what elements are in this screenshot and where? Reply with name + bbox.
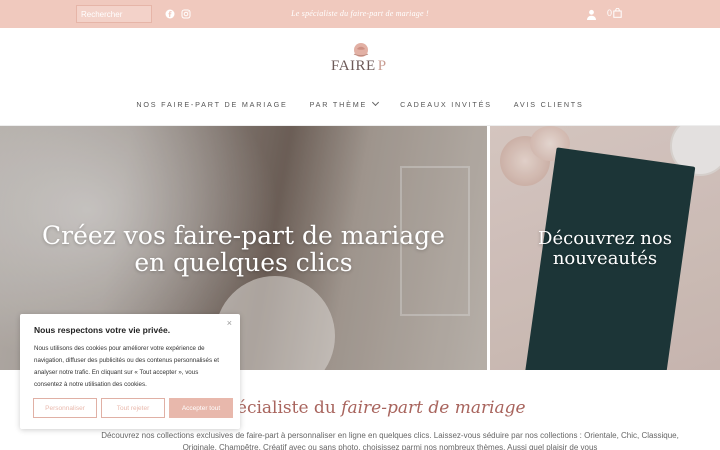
cart-button[interactable]: 0 [607, 8, 622, 18]
cookie-consent-banner: × Nous respectons votre vie privée. Nous… [20, 314, 240, 429]
section-heading-emphasis: faire-part de mariage [341, 398, 526, 418]
accept-all-button[interactable]: Accepter tout [169, 398, 233, 418]
hero-title[interactable]: Créez vos faire-part de mariage en quelq… [0, 222, 487, 276]
new-products-line1: Découvrez nos [538, 228, 672, 249]
cart-count: 0 [607, 8, 613, 18]
section-description: Découvrez nos collections exclusives de … [101, 431, 679, 450]
close-icon[interactable]: × [227, 318, 232, 328]
cookie-text: Nous utilisons des cookies pour améliore… [34, 345, 219, 388]
nav-item-avis[interactable]: AVIS CLIENTS [514, 100, 584, 109]
nav-item-par-theme[interactable]: PAR THÈME [309, 98, 380, 109]
user-icon[interactable] [586, 9, 597, 20]
top-bar: Rechercher Le spécialiste du faire-part … [0, 0, 720, 28]
section-heading: pécialiste du faire-part de mariage [226, 398, 526, 418]
nav-item-cadeaux[interactable]: CADEAUX INVITÉS [400, 100, 492, 109]
bag-icon [613, 8, 622, 18]
chevron-down-icon [372, 98, 380, 107]
hero-title-line2: en quelques clics [134, 248, 353, 277]
logo-text-p: P [377, 58, 387, 74]
nav-item-faire-part[interactable]: NOS FAIRE-PART DE MARIAGE [136, 100, 287, 109]
logo[interactable]: FAIRE P [331, 58, 387, 75]
nav-item-label: PAR THÈME [309, 100, 368, 109]
new-products-title[interactable]: Découvrez nos nouveautés [490, 229, 720, 269]
reject-all-button[interactable]: Tout rejeter [101, 398, 165, 418]
hero-title-line1: Créez vos faire-part de mariage [42, 221, 445, 250]
cookie-title: Nous respectons votre vie privée. [34, 325, 171, 335]
section-heading-prefix: pécialiste du [226, 398, 336, 418]
main-nav: NOS FAIRE-PART DE MARIAGE PAR THÈME CADE… [0, 98, 720, 109]
new-products-line2: nouveautés [552, 248, 658, 269]
customize-button[interactable]: Personnaliser [33, 398, 97, 418]
logo-text-main: FAIRE [331, 58, 376, 74]
cookie-actions: Personnaliser Tout rejeter Accepter tout [33, 398, 233, 418]
